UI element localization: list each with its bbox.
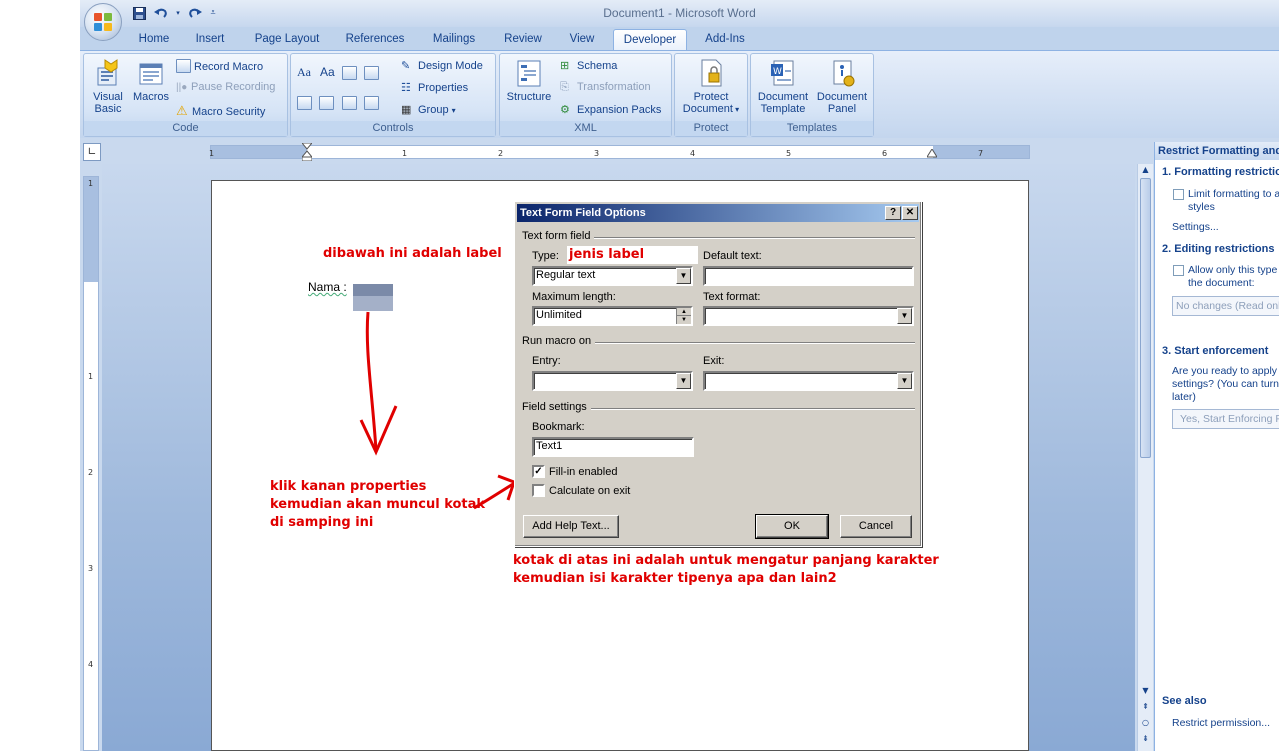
- annotation-left-1: klik kanan properties: [270, 479, 427, 494]
- field-settings-label: Field settings: [522, 401, 591, 413]
- run-macro-label: Run macro on: [522, 335, 596, 347]
- fill-in-enabled-checkbox[interactable]: ✓: [532, 465, 545, 478]
- annotation-left-2: kemudian akan muncul kotak: [270, 497, 486, 512]
- dialog-title-bar: Text Form Field Options ? ✕: [517, 204, 919, 222]
- dialog-title: Text Form Field Options: [520, 207, 646, 219]
- calculate-on-exit-label: Calculate on exit: [549, 485, 631, 497]
- spin-down-icon[interactable]: ▼: [677, 316, 691, 324]
- exit-dropdown[interactable]: ▼: [703, 371, 914, 391]
- type-value: Regular text: [536, 269, 596, 281]
- office-button[interactable]: [84, 3, 122, 41]
- text-form-field-label: Text form field: [522, 230, 595, 242]
- text-format-dropdown[interactable]: ▼: [703, 306, 914, 326]
- close-icon[interactable]: ✕: [902, 206, 918, 220]
- annotation-left-3: di samping ini: [270, 515, 374, 530]
- run-macro-group: Run macro on: [522, 335, 915, 347]
- calculate-on-exit-checkbox[interactable]: [532, 484, 545, 497]
- fill-in-enabled-label: Fill-in enabled: [549, 466, 618, 478]
- down-arrow-shaft: [365, 311, 378, 451]
- text-form-field-group: Text form field: [522, 230, 915, 242]
- bookmark-input[interactable]: Text1: [532, 437, 694, 457]
- type-dropdown[interactable]: Regular text ▼: [532, 266, 693, 286]
- ok-button[interactable]: OK: [755, 514, 829, 539]
- down-arrow-head: [359, 405, 398, 456]
- type-annotation: jenis label: [569, 247, 645, 262]
- max-length-value: Unlimited: [536, 309, 582, 321]
- entry-label: Entry:: [532, 355, 561, 367]
- help-button[interactable]: ?: [885, 206, 901, 220]
- default-text-label: Default text:: [703, 250, 762, 262]
- annotation-bottom-1: kotak di atas ini adalah untuk mengatur …: [513, 553, 939, 568]
- text-format-label: Text format:: [703, 291, 761, 303]
- chevron-down-icon[interactable]: ▼: [897, 373, 912, 389]
- max-length-stepper[interactable]: Unlimited ▲ ▼: [532, 306, 693, 326]
- cancel-button[interactable]: Cancel: [840, 515, 912, 538]
- type-annotation-box: jenis label: [567, 246, 698, 264]
- bookmark-label: Bookmark:: [532, 421, 585, 433]
- max-length-label: Maximum length:: [532, 291, 616, 303]
- chevron-down-icon[interactable]: ▼: [676, 268, 691, 284]
- exit-label: Exit:: [703, 355, 725, 367]
- field-settings-group: Field settings: [522, 401, 915, 413]
- type-label: Type:: [532, 250, 559, 262]
- annotation-bottom-2: kemudian isi karakter tipenya apa dan la…: [513, 571, 837, 586]
- add-help-text-button[interactable]: Add Help Text...: [523, 515, 619, 538]
- office-logo-icon: [94, 13, 112, 31]
- spin-up-icon[interactable]: ▲: [677, 308, 691, 316]
- spinner[interactable]: ▲ ▼: [676, 308, 691, 324]
- entry-dropdown[interactable]: ▼: [532, 371, 693, 391]
- text-form-field-options-dialog: Text Form Field Options ? ✕ Text form fi…: [514, 201, 922, 547]
- chevron-down-icon[interactable]: ▼: [676, 373, 691, 389]
- default-text-input[interactable]: [703, 266, 914, 286]
- chevron-down-icon[interactable]: ▼: [897, 308, 912, 324]
